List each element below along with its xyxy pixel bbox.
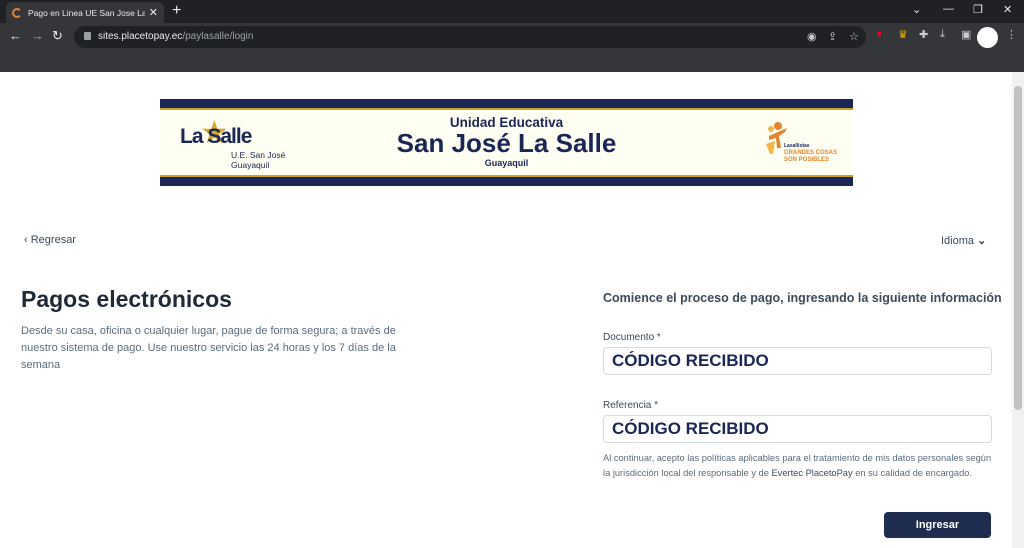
- submit-button[interactable]: Ingresar: [884, 512, 991, 538]
- legal-notice: Al continuar, acepto las políticas aplic…: [603, 453, 992, 478]
- url-text: sites.placetopay.ec/paylasalle/login: [98, 31, 254, 42]
- document-input[interactable]: [603, 347, 992, 375]
- crown-extension-icon[interactable]: ♛: [898, 28, 908, 41]
- side-panel-icon[interactable]: ▣: [961, 28, 971, 41]
- tab-title: Pago en Linea UE San Jose La Sal: [28, 7, 145, 18]
- reference-input[interactable]: [603, 415, 992, 443]
- school-banner: ★ La Salle U.E. San José Guayaquil Unida…: [160, 99, 853, 186]
- new-tab-button[interactable]: +: [172, 2, 181, 20]
- banner-gold-line-bottom: [160, 175, 853, 177]
- evertec-placetopay-text: Evertec PlacetoPay: [771, 468, 853, 478]
- profile-avatar[interactable]: [977, 27, 998, 48]
- page-description: Desde su casa, oficina o cualquier lugar…: [21, 325, 396, 371]
- browser-tab[interactable]: Pago en Linea UE San Jose La Sal ✕: [6, 2, 164, 23]
- banner-city: Guayaquil: [484, 158, 529, 168]
- forward-arrow-icon[interactable]: →: [31, 28, 44, 44]
- close-window-icon[interactable]: ✕: [1003, 3, 1012, 16]
- tab-search-chevron-icon[interactable]: ⌄: [912, 3, 921, 16]
- favicon-icon: [12, 7, 22, 18]
- share-icon[interactable]: ⇪: [828, 30, 837, 43]
- minimize-icon[interactable]: —: [943, 3, 954, 15]
- slogan-text: GRANDES COSAS SON POSIBLES: [784, 150, 838, 163]
- pinterest-extension-icon[interactable]: ●: [876, 28, 883, 40]
- reload-icon[interactable]: ↻: [52, 28, 63, 44]
- restore-icon[interactable]: ❐: [973, 3, 983, 16]
- chevron-left-icon: ‹: [24, 234, 28, 246]
- download-icon[interactable]: ⤓: [940, 28, 945, 41]
- scrollbar-thumb[interactable]: [1014, 86, 1022, 410]
- back-link[interactable]: ‹ Regresar: [24, 234, 76, 246]
- back-arrow-icon[interactable]: ←: [9, 28, 22, 44]
- address-bar[interactable]: sites.placetopay.ec/paylasalle/login ◉ ⇪…: [74, 26, 866, 48]
- page-scrollbar[interactable]: [1012, 72, 1024, 548]
- form-intro: Comience el proceso de pago, ingresando …: [603, 291, 1002, 305]
- banner-school-name: San José La Salle: [396, 128, 617, 158]
- document-label: Documento *: [603, 332, 661, 343]
- lock-icon: [84, 32, 91, 40]
- extensions-puzzle-icon[interactable]: ✚: [919, 28, 928, 41]
- tab-strip: Pago en Linea UE San Jose La Sal ✕ + ⌄ —…: [0, 0, 1024, 23]
- kebab-menu-icon[interactable]: ⋮: [1006, 28, 1017, 41]
- page-title: Pagos electrónicos: [21, 286, 232, 312]
- page-viewport: ★ La Salle U.E. San José Guayaquil Unida…: [0, 72, 1012, 548]
- google-lens-icon[interactable]: ◉: [807, 30, 817, 43]
- banner-gold-line-top: [160, 108, 853, 110]
- bookmarks-band: [0, 51, 1024, 72]
- reference-label: Referencia *: [603, 400, 659, 411]
- slogan-small-text: Lasallistas: [784, 143, 810, 149]
- browser-toolbar: ← → ↻ sites.placetopay.ec/paylasalle/log…: [0, 23, 1024, 51]
- language-dropdown[interactable]: Idioma ⌄: [941, 234, 986, 247]
- chevron-down-icon: ⌄: [977, 235, 987, 247]
- bookmark-star-icon[interactable]: ☆: [849, 30, 859, 43]
- tab-close-icon[interactable]: ✕: [149, 6, 158, 19]
